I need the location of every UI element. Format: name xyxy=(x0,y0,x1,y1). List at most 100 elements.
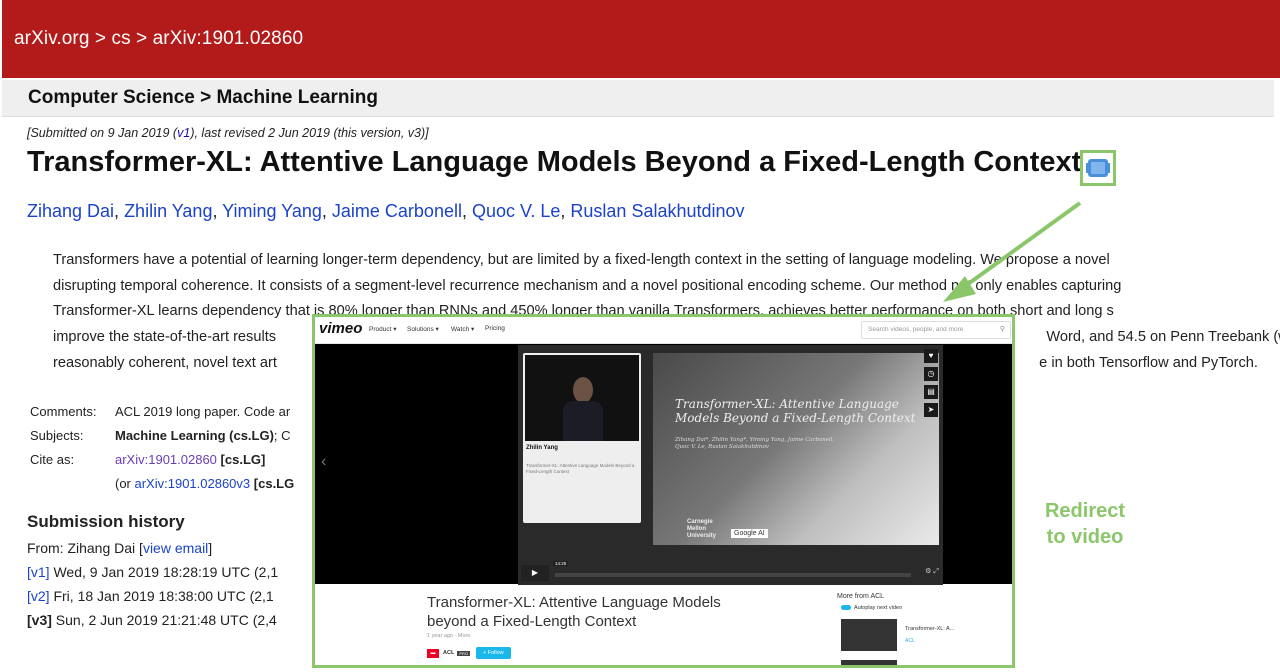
speaker-name: Zhilin Yang xyxy=(526,445,558,451)
submission-dateline: [Submitted on 9 Jan 2019 (v1), last revi… xyxy=(27,126,429,140)
search-icon: ⚲ xyxy=(999,326,1005,333)
next-video-thumbnail[interactable] xyxy=(841,619,897,651)
speaker-subtitle: Transformer-XL: Attentive Language Model… xyxy=(526,463,635,474)
pro-badge: PRO xyxy=(457,650,470,656)
vimeo-video-popup[interactable]: vimeo Product ▾ Solutions ▾ Watch ▾ Pric… xyxy=(312,314,1015,668)
more-from-title: More from ACL xyxy=(837,593,885,600)
author-link[interactable]: Yiming Yang xyxy=(222,201,322,221)
history-version: [v2] Fri, 18 Jan 2019 18:38:00 UTC (2,1 xyxy=(27,588,274,604)
slide-authors: Zihang Dai*, Zhilin Yang*, Yiming Yang, … xyxy=(675,437,834,451)
channel-row: ▬ ACL PRO + Follow xyxy=(427,647,511,659)
from-suffix: ] xyxy=(208,540,213,556)
cite-v3-row: (or arXiv:1901.02860v3 [cs.LG xyxy=(115,476,294,491)
comments-label: Comments: xyxy=(30,404,97,419)
redirect-annotation: Redirect to video xyxy=(1030,498,1140,550)
autoplay-label: Autoplay next video xyxy=(854,605,903,611)
chevron-left-icon[interactable]: ‹ xyxy=(321,453,326,471)
comments-row: Comments: ACL 2019 long paper. Code ar xyxy=(30,404,290,419)
history-version: [v1] Wed, 9 Jan 2019 18:28:19 UTC (2,1 xyxy=(27,564,278,580)
vimeo-menu-solutions[interactable]: Solutions ▾ xyxy=(407,325,439,333)
vimeo-search-input[interactable]: Search videos, people, and more ⚲ xyxy=(861,321,1011,339)
category-header: Computer Science > Machine Learning xyxy=(2,80,1274,117)
dateline-prefix: [Submitted on 9 Jan 2019 ( xyxy=(27,126,178,140)
time-label: 14:25 xyxy=(553,561,569,566)
slide-authors-line: Zihang Dai*, Zhilin Yang*, Yiming Yang, … xyxy=(675,437,835,443)
layers-icon[interactable]: ▤ xyxy=(924,385,938,399)
cite-tag: [cs.LG] xyxy=(220,452,266,467)
submission-history-title: Submission history xyxy=(27,512,185,531)
subjects-row: Subjects: Machine Learning (cs.LG); C xyxy=(30,428,291,443)
author-link[interactable]: Zihang Dai xyxy=(27,201,114,221)
slide-title: Transformer-XL: Attentive Language Models… xyxy=(675,397,916,425)
subjects-label: Subjects: xyxy=(30,428,84,443)
cite-label: Cite as: xyxy=(30,452,75,467)
video-icon xyxy=(1086,159,1110,177)
slide-title-line: Models Beyond a Fixed-Length Context xyxy=(675,411,916,425)
vimeo-search-placeholder: Search videos, people, and more xyxy=(868,326,964,333)
video-meta: 1 year ago · More xyxy=(427,633,471,639)
slide-authors-line: Quoc V. Le, Ruslan Salakhutdinov xyxy=(675,444,769,450)
cite-link[interactable]: arXiv:1901.02860 xyxy=(115,452,217,467)
dateline-suffix: ), last revised 2 Jun 2019 (this version… xyxy=(190,126,429,140)
author-link[interactable]: Ruslan Salakhutdinov xyxy=(570,201,744,221)
redirect-line: to video xyxy=(1046,526,1124,548)
breadcrumb[interactable]: arXiv.org > cs > arXiv:1901.02860 xyxy=(14,28,303,50)
video-title: Transformer-XL: Attentive Language Model… xyxy=(427,594,721,630)
arxiv-header-bar: arXiv.org > cs > arXiv:1901.02860 xyxy=(2,0,1280,78)
google-ai-logo: Google AI xyxy=(731,529,768,538)
abstract-line: disrupting temporal coherence. It consis… xyxy=(53,277,1122,294)
cite-or: (or xyxy=(115,476,135,491)
presentation-slide: Transformer-XL: Attentive Language Models… xyxy=(653,353,939,545)
clock-icon[interactable]: ◷ xyxy=(924,367,938,381)
next-video-channel[interactable]: ACL xyxy=(905,638,915,644)
cite-v3-tag: [cs.LG xyxy=(253,476,295,491)
video-side-actions: ♥ ◷ ▤ ➤ xyxy=(924,349,940,421)
vimeo-navbar: vimeo Product ▾ Solutions ▾ Watch ▾ Pric… xyxy=(315,317,1012,344)
version-link[interactable]: [v1] xyxy=(27,564,50,580)
acl-logo-icon: ▬ xyxy=(427,648,439,658)
abstract-line: Transformers have a potential of learnin… xyxy=(53,252,1110,268)
author-link[interactable]: Quoc V. Le xyxy=(472,201,560,221)
progress-bar[interactable] xyxy=(555,573,911,577)
toggle-icon xyxy=(841,605,851,611)
version-link[interactable]: [v2] xyxy=(27,588,50,604)
speaker-camera xyxy=(525,355,639,441)
cite-v3-link[interactable]: arXiv:1901.02860v3 xyxy=(135,476,251,491)
vimeo-logo[interactable]: vimeo xyxy=(319,320,362,337)
view-email-link[interactable]: view email xyxy=(143,540,208,556)
video-controls: ▶ 14:25 ⚙ ⤢ xyxy=(519,561,943,583)
next-video-title[interactable]: Transformer-XL: A... xyxy=(905,626,954,632)
paper-title: Transformer-XL: Attentive Language Model… xyxy=(27,146,1082,178)
cmu-logo: Carnegie Mellon University xyxy=(687,519,717,539)
cite-row: Cite as: arXiv:1901.02860 [cs.LG] xyxy=(30,452,265,467)
subjects-primary: Machine Learning (cs.LG) xyxy=(115,428,274,443)
history-version: [v3] Sun, 2 Jun 2019 21:21:48 UTC (2,4 xyxy=(27,612,277,628)
v1-link[interactable]: v1 xyxy=(177,126,190,140)
share-icon[interactable]: ➤ xyxy=(924,403,938,417)
vimeo-menu-watch[interactable]: Watch ▾ xyxy=(451,325,474,333)
author-list: Zihang Dai, Zhilin Yang, Yiming Yang, Ja… xyxy=(27,201,745,221)
from-prefix: From: Zihang Dai [ xyxy=(27,540,143,556)
next-video-thumbnail[interactable] xyxy=(841,660,897,665)
settings-icon[interactable]: ⚙ ⤢ xyxy=(925,567,939,576)
version-date: Wed, 9 Jan 2019 18:28:19 UTC (2,1 xyxy=(49,564,279,580)
follow-button[interactable]: + Follow xyxy=(475,647,511,659)
history-from: From: Zihang Dai [view email] xyxy=(27,540,212,556)
version-date: Fri, 18 Jan 2019 18:38:00 UTC (2,1 xyxy=(49,588,274,604)
channel-name[interactable]: ACL xyxy=(443,650,454,656)
play-icon[interactable]: ▶ xyxy=(521,565,549,581)
video-icon-highlight[interactable] xyxy=(1080,150,1116,186)
author-link[interactable]: Jaime Carbonell xyxy=(332,201,462,221)
author-link[interactable]: Zhilin Yang xyxy=(124,201,212,221)
redirect-line: Redirect xyxy=(1044,500,1126,522)
autoplay-toggle[interactable]: Autoplay next video xyxy=(841,605,902,611)
heart-icon[interactable]: ♥ xyxy=(924,349,938,363)
comments-value: ACL 2019 long paper. Code ar xyxy=(115,404,291,419)
vimeo-menu-pricing[interactable]: Pricing xyxy=(485,325,505,332)
vimeo-menu-product[interactable]: Product ▾ xyxy=(369,325,396,333)
slide-title-line: Transformer-XL: Attentive Language xyxy=(675,397,899,411)
version-date: Sun, 2 Jun 2019 21:21:48 UTC (2,4 xyxy=(51,612,277,628)
subjects-rest: ; C xyxy=(273,428,291,443)
category-title: Computer Science > Machine Learning xyxy=(28,87,379,108)
speaker-head xyxy=(573,377,593,403)
